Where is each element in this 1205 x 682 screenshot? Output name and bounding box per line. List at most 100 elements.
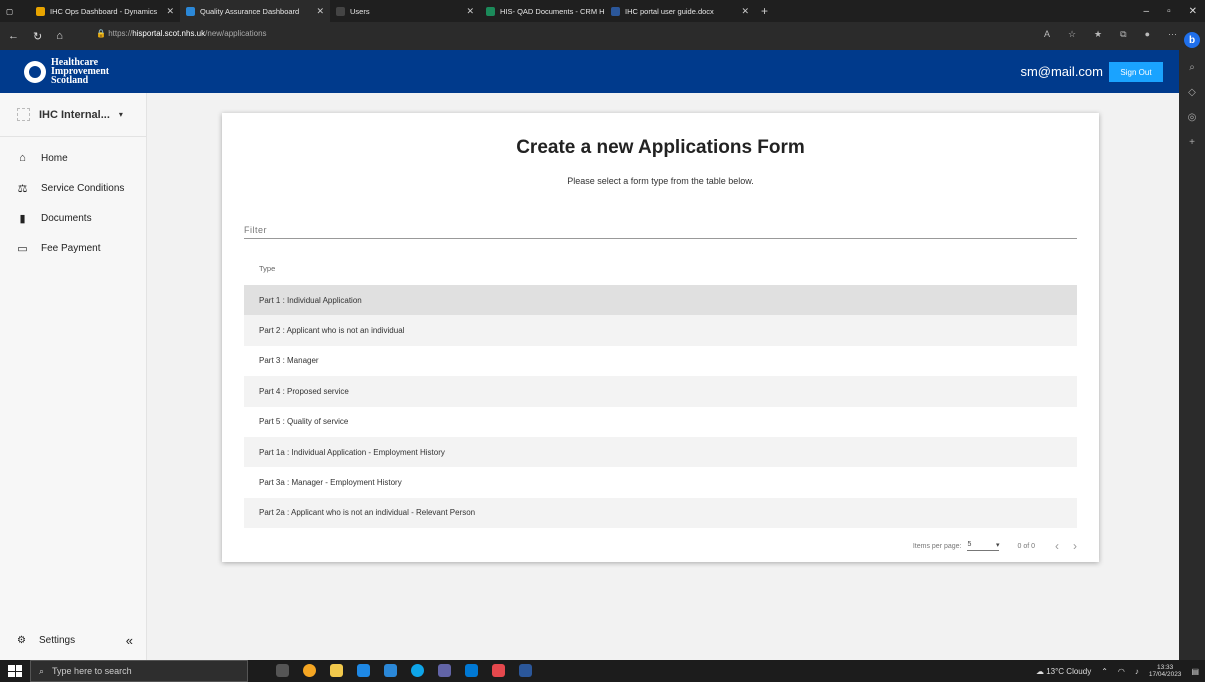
table-row[interactable]: Part 1a : Individual Application - Emplo… — [244, 436, 1077, 468]
table-row[interactable]: Part 2 : Applicant who is not an individ… — [244, 315, 1077, 346]
network-icon[interactable]: ◠ — [1118, 667, 1125, 676]
clock-date: 17/04/2023 — [1148, 671, 1182, 678]
weather-widget[interactable]: ☁ 13°C Cloudy — [1036, 667, 1091, 676]
url-host: hisportal.scot.nhs.uk — [132, 29, 206, 38]
logo-mark-icon — [24, 60, 46, 83]
gavel-icon: ⚖ — [17, 182, 28, 195]
read-aloud-icon[interactable]: A — [1044, 29, 1050, 40]
page-title: Create a new Applications Form — [516, 137, 805, 158]
browser-tab-1[interactable]: Quality Assurance Dashboard ✕ — [180, 0, 330, 22]
back-icon[interactable]: ← — [8, 30, 19, 42]
minimize-icon[interactable]: – — [1144, 6, 1150, 17]
chrome-icon[interactable] — [303, 664, 316, 677]
browser-tab-2[interactable]: Users ✕ — [330, 0, 480, 22]
internet-explorer-icon[interactable] — [357, 664, 370, 677]
url-field[interactable]: 🔒 https://hisportal.scot.nhs.uk/new/appl… — [96, 29, 267, 38]
sidebar-item-label: Fee Payment — [41, 242, 101, 254]
close-window-icon[interactable]: ✕ — [1189, 6, 1197, 17]
home-browser-icon[interactable]: ⌂ — [56, 30, 63, 42]
url-path: /new/applications — [205, 29, 267, 38]
sidebar-item-label: Home — [41, 152, 68, 164]
profile-icon[interactable]: ● — [1145, 29, 1150, 40]
word-icon[interactable] — [519, 664, 532, 677]
collapse-sidebar-icon[interactable]: « — [126, 633, 133, 648]
add-icon[interactable]: + — [1189, 137, 1195, 148]
logo-line-3: Scotland — [51, 75, 89, 86]
next-page-icon[interactable]: › — [1073, 539, 1077, 553]
org-selector[interactable]: IHC Internal... ▾ — [0, 93, 146, 137]
sidebar-item-service-conditions[interactable]: ⚖ Service Conditions — [0, 173, 146, 203]
edge-icon[interactable] — [411, 664, 424, 677]
taskbar-search[interactable]: ⌕ Type here to search — [30, 660, 248, 682]
clock[interactable]: 13:33 17/04/2023 — [1149, 664, 1182, 678]
collections-icon[interactable]: ⧉ — [1120, 29, 1126, 40]
document-icon: ▮ — [19, 212, 26, 225]
refresh-icon[interactable]: ↻ — [33, 30, 42, 43]
tab-4-favicon-icon — [611, 6, 620, 16]
site-header: Healthcare Improvement Scotland sm@mail.… — [0, 50, 1179, 93]
outlook-icon[interactable] — [465, 664, 478, 677]
credit-card-icon: ▭ — [17, 242, 28, 255]
table-row[interactable]: Part 2a : Applicant who is not an indivi… — [244, 497, 1077, 529]
close-icon[interactable]: ✕ — [466, 6, 474, 17]
tab-title: Quality Assurance Dashboard — [200, 6, 300, 16]
table-row[interactable]: Part 4 : Proposed service — [244, 376, 1077, 407]
tab-3-favicon-icon — [486, 6, 495, 16]
items-per-page-label: Items per page: — [912, 542, 962, 550]
chevron-down-icon: ▾ — [118, 110, 123, 119]
his-logo[interactable]: Healthcare Improvement Scotland — [0, 58, 109, 86]
store-icon[interactable] — [384, 664, 397, 677]
volume-icon[interactable]: ♪ — [1135, 667, 1139, 676]
tab-actions-icon[interactable]: ▢ — [0, 0, 30, 22]
windows-start-icon[interactable] — [8, 665, 22, 677]
favorites-icon[interactable]: ★ — [1094, 29, 1102, 40]
close-icon[interactable]: ✕ — [741, 6, 749, 17]
sign-out-button[interactable]: Sign Out — [1109, 62, 1163, 82]
shopping-icon[interactable]: ◇ — [1188, 87, 1196, 98]
table-row[interactable]: Part 1 : Individual Application — [244, 285, 1077, 316]
search-icon[interactable]: ⌕ — [1189, 62, 1195, 73]
tray-chevron-icon[interactable]: ⌃ — [1101, 667, 1108, 676]
taskbar-apps — [276, 664, 532, 677]
form-type-table: Part 1 : Individual Application Part 2 :… — [244, 285, 1077, 529]
sidebar-item-documents[interactable]: ▮ Documents — [0, 203, 146, 233]
table-row[interactable]: Part 5 : Quality of service — [244, 406, 1077, 437]
bing-icon[interactable]: b — [1184, 32, 1200, 48]
brave-icon[interactable] — [492, 664, 505, 677]
notifications-icon[interactable]: ▤ — [1191, 667, 1199, 676]
close-icon[interactable]: ✕ — [166, 6, 174, 17]
more-icon[interactable]: ··· — [1168, 29, 1177, 40]
page-range-label: 0 of 0 — [1017, 542, 1035, 550]
browser-tab-0[interactable]: IHC Ops Dashboard - Dynamics ✕ — [30, 0, 180, 22]
items-per-page-select[interactable]: 5 ▾ — [967, 541, 1000, 551]
sidebar-item-settings[interactable]: ⚙ Settings « — [0, 633, 147, 648]
browser-toolbar: A ☆ ★ ⧉ ● ··· — [1044, 29, 1177, 40]
sidebar-item-label: Documents — [41, 212, 92, 224]
system-tray: ☁ 13°C Cloudy ⌃ ◠ ♪ 13:33 17/04/2023 ▤ — [1036, 660, 1199, 682]
previous-page-icon[interactable]: ‹ — [1055, 539, 1059, 553]
favorite-icon[interactable]: ☆ — [1068, 29, 1076, 40]
task-view-icon[interactable] — [276, 664, 289, 677]
restore-icon[interactable]: ▫ — [1167, 6, 1171, 17]
tab-title: IHC portal user guide.docx — [625, 6, 714, 16]
items-per-page-value: 5 — [967, 541, 972, 548]
address-bar: ← ↻ ⌂ 🔒 https://hisportal.scot.nhs.uk/ne… — [0, 22, 1205, 50]
filter-input[interactable] — [244, 221, 1077, 239]
browser-tab-3[interactable]: HIS- QAD Documents - CRM Hel✕ — [480, 0, 605, 22]
weather-text: 13°C Cloudy — [1046, 666, 1092, 676]
sidebar-item-home[interactable]: ⌂ Home — [0, 143, 146, 173]
column-header-type[interactable]: Type — [244, 264, 1077, 273]
tools-icon[interactable]: ◎ — [1188, 112, 1197, 123]
browser-tab-bar: ▢ IHC Ops Dashboard - Dynamics ✕ Quality … — [0, 0, 1205, 22]
sidebar-item-label: Service Conditions — [41, 182, 125, 194]
close-icon[interactable]: ✕ — [316, 6, 324, 17]
logo-text: Healthcare Improvement Scotland — [51, 58, 109, 86]
tab-2-favicon-icon — [336, 6, 345, 16]
browser-tab-4[interactable]: IHC portal user guide.docx ✕ — [605, 0, 755, 22]
teams-icon[interactable] — [438, 664, 451, 677]
file-explorer-icon[interactable] — [330, 664, 343, 677]
table-row[interactable]: Part 3 : Manager — [244, 345, 1077, 377]
sidebar-item-fee-payment[interactable]: ▭ Fee Payment — [0, 233, 146, 263]
table-row[interactable]: Part 3a : Manager - Employment History — [244, 467, 1077, 498]
new-tab-icon[interactable]: + — [755, 4, 774, 18]
